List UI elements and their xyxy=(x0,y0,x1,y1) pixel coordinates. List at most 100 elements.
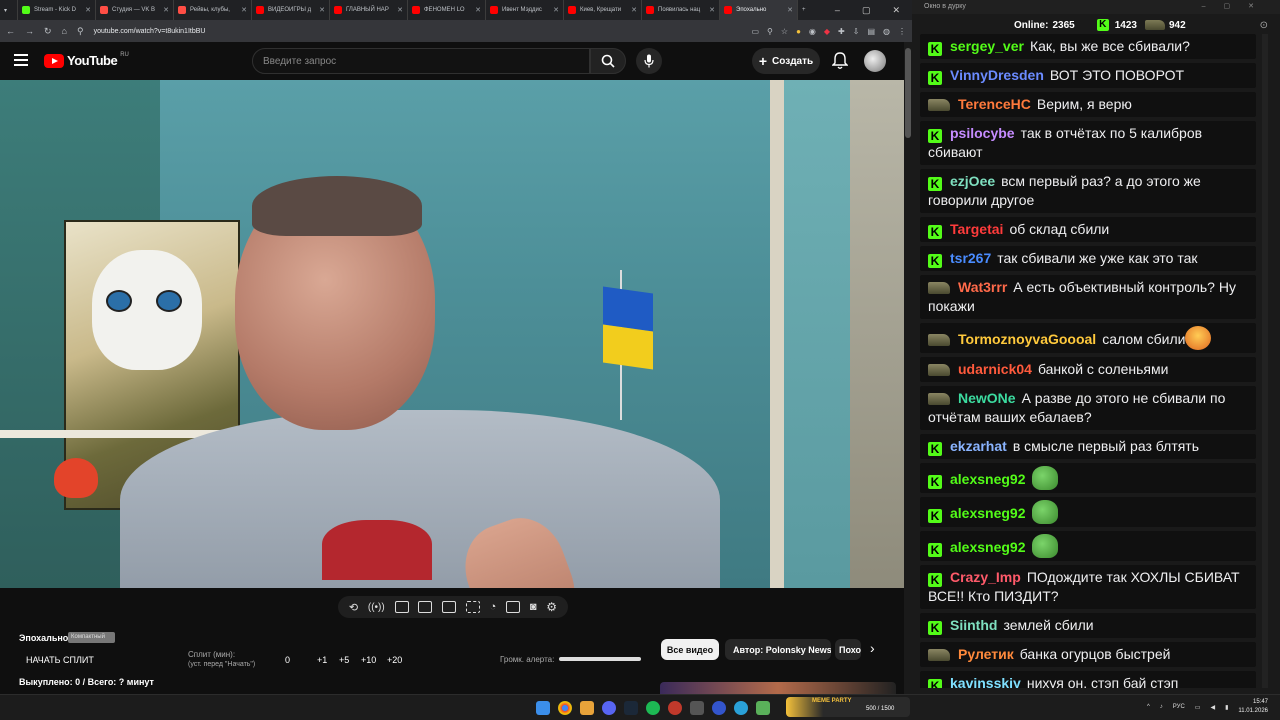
increment-20-button[interactable]: +20 xyxy=(387,655,402,665)
subtitles-icon[interactable] xyxy=(465,601,480,613)
sidebar-icon[interactable]: ▤ xyxy=(867,27,875,36)
app-icon[interactable] xyxy=(712,701,726,715)
pip-icon[interactable] xyxy=(442,601,457,613)
url-field[interactable]: youtube.com/watch?v=t8ukin1ItbBU xyxy=(94,28,742,35)
chat-message[interactable]: Kpsilocybe так в отчётах по 5 калибров сб… xyxy=(920,121,1256,165)
page-scrollbar-thumb[interactable] xyxy=(905,48,911,138)
chat-username[interactable]: alexsneg92 xyxy=(950,505,1026,521)
search-button[interactable] xyxy=(590,48,626,74)
chat-message[interactable]: Ktsr267 так сбивали же уже как это так xyxy=(920,246,1256,271)
browser-tab[interactable]: Студия — VK В ✕ xyxy=(96,0,174,20)
extension-icon[interactable]: ◆ xyxy=(824,27,830,36)
chat-username[interactable]: Crazy_Imp xyxy=(950,569,1021,585)
browser-tab[interactable]: Эпохально ✕ xyxy=(720,0,798,20)
browser-tab[interactable]: Рейвы, клубы, ✕ xyxy=(174,0,252,20)
speed-icon[interactable]: ◔ xyxy=(490,601,497,613)
spotify-icon[interactable] xyxy=(646,701,660,715)
chat-username[interactable]: NewONe xyxy=(958,390,1016,406)
chat-message-list[interactable]: Ksergey_ver Как, вы же все сбивали? K Vinny… xyxy=(920,34,1256,688)
browser-tab[interactable]: ВИДЕОИГРЫ д ✕ xyxy=(252,0,330,20)
chat-message[interactable]: Ksergey_ver Как, вы же все сбивали? xyxy=(920,34,1256,59)
add-icon[interactable] xyxy=(506,601,521,613)
chat-message[interactable]: KezjOee всм первый раз? а до этого же гов… xyxy=(920,169,1256,213)
chat-message[interactable]: TerenceHC Верим, я верю xyxy=(920,92,1256,117)
menu-dots-icon[interactable]: ⋮ xyxy=(898,27,906,36)
start-icon[interactable] xyxy=(536,701,550,715)
new-tab-button[interactable]: + xyxy=(798,0,818,20)
chat-message[interactable]: TormoznoyvaGoooal салом сбили xyxy=(920,323,1256,353)
tab-close-icon[interactable]: ✕ xyxy=(397,6,403,14)
mic-tray-icon[interactable]: ♪ xyxy=(1160,704,1163,710)
start-split-button[interactable]: НАЧАТЬ СПЛИТ xyxy=(26,655,94,665)
chat-username[interactable]: Targetai xyxy=(950,221,1003,237)
browser-tab[interactable]: ГЛАВНЫЙ НАР ✕ xyxy=(330,0,408,20)
chip-all-videos[interactable]: Все видео xyxy=(661,639,719,660)
chip-similar[interactable]: Похо xyxy=(835,639,861,660)
clock[interactable]: 15:47 11.01.2026 xyxy=(1238,698,1268,716)
tab-close-icon[interactable]: ✕ xyxy=(553,6,559,14)
compact-toggle[interactable]: Компактный xyxy=(68,632,115,643)
chat-message[interactable]: Kalexsneg92 xyxy=(920,463,1256,493)
related-video-thumbnail[interactable] xyxy=(660,682,896,694)
cast-icon[interactable]: ▭ xyxy=(751,27,759,36)
chat-username[interactable]: tsr267 xyxy=(950,250,991,266)
discord-icon[interactable] xyxy=(602,701,616,715)
loop-icon[interactable]: ⟲ xyxy=(349,601,358,614)
volume-icon[interactable]: ◀ xyxy=(1210,704,1215,711)
tab-close-icon[interactable]: ✕ xyxy=(241,6,247,14)
tab-menu[interactable]: ▾ xyxy=(0,0,18,20)
chat-username[interactable]: VinnyDresden xyxy=(950,67,1044,83)
downloads-icon[interactable]: ⇩ xyxy=(853,27,860,36)
chat-message[interactable]: Kalexsneg92 xyxy=(920,531,1256,561)
chat-username[interactable]: psilocybe xyxy=(950,125,1015,141)
extension-icon[interactable]: ● xyxy=(796,27,801,36)
chat-username[interactable]: alexsneg92 xyxy=(950,539,1026,555)
chat-message[interactable]: Wat3rrr А есть объективный контроль? Ну п… xyxy=(920,275,1256,319)
menu-icon[interactable] xyxy=(14,54,28,66)
chat-settings-icon[interactable]: ⊙ xyxy=(1260,20,1268,31)
eye-icon[interactable] xyxy=(394,601,409,613)
chat-username[interactable]: alexsneg92 xyxy=(950,471,1026,487)
zoom-icon[interactable]: ⚲ xyxy=(767,27,773,36)
browser-tab[interactable]: Stream - Kick D ✕ xyxy=(18,0,96,20)
language-indicator[interactable]: РУС xyxy=(1173,704,1185,710)
voice-search-button[interactable] xyxy=(636,48,662,74)
chat-message[interactable]: Kalexsneg92 xyxy=(920,497,1256,527)
video-player[interactable] xyxy=(0,80,904,588)
tab-close-icon[interactable]: ✕ xyxy=(709,6,715,14)
chat-window-controls[interactable]: –▢✕ xyxy=(1202,2,1272,10)
chat-message[interactable]: K Siinthd землей сбили xyxy=(920,613,1256,638)
chat-username[interactable]: TormoznoyvaGoooal xyxy=(958,331,1096,347)
extension-icon[interactable]: ◉ xyxy=(809,27,816,36)
chat-username[interactable]: udarnick04 xyxy=(958,361,1032,377)
settings-icon[interactable]: ⚙ xyxy=(546,600,557,614)
site-info-icon[interactable]: ⚲ xyxy=(77,26,84,37)
maximize-icon[interactable]: ▢ xyxy=(862,5,871,16)
bookmark-star-icon[interactable]: ☆ xyxy=(781,27,788,36)
notifications-bell-icon[interactable] xyxy=(832,52,848,70)
chevron-right-icon[interactable]: › xyxy=(870,640,875,656)
minimize-icon[interactable]: – xyxy=(835,5,840,16)
home-icon[interactable]: ⌂ xyxy=(62,26,67,36)
browser-tab[interactable]: Киев, Крещати ✕ xyxy=(564,0,642,20)
network-icon[interactable]: ▭ xyxy=(1195,704,1201,711)
tab-close-icon[interactable]: ✕ xyxy=(163,6,169,14)
app-icon[interactable] xyxy=(668,701,682,715)
chat-username[interactable]: Siinthd xyxy=(950,617,997,633)
browser-tab[interactable]: Появилась нац ✕ xyxy=(642,0,720,20)
increment-10-button[interactable]: +10 xyxy=(361,655,376,665)
search-input[interactable]: Введите запрос xyxy=(252,48,590,74)
chat-username[interactable]: Wat3rrr xyxy=(958,279,1007,295)
telegram-icon[interactable] xyxy=(734,701,748,715)
folder-icon[interactable] xyxy=(580,701,594,715)
chat-message[interactable]: K Crazy_Imp ПОдождите так ХОХЛЫ СБИВАТ ВСЕ… xyxy=(920,565,1256,609)
chip-author[interactable]: Автор: Polonsky News xyxy=(725,639,831,660)
tab-close-icon[interactable]: ✕ xyxy=(85,6,91,14)
chat-message[interactable]: udarnick04 банкой с соленьями xyxy=(920,357,1256,382)
chat-message[interactable]: K Targetai об склад сбили xyxy=(920,217,1256,242)
reload-icon[interactable]: ↻ xyxy=(44,26,52,37)
extensions-puzzle-icon[interactable]: ✚ xyxy=(838,27,845,36)
chat-username[interactable]: TerenceHC xyxy=(958,96,1031,112)
chevron-up-icon[interactable]: ^ xyxy=(1147,704,1150,710)
chat-message[interactable]: K VinnyDresden ВОТ ЭТО ПОВОРОТ xyxy=(920,63,1256,88)
